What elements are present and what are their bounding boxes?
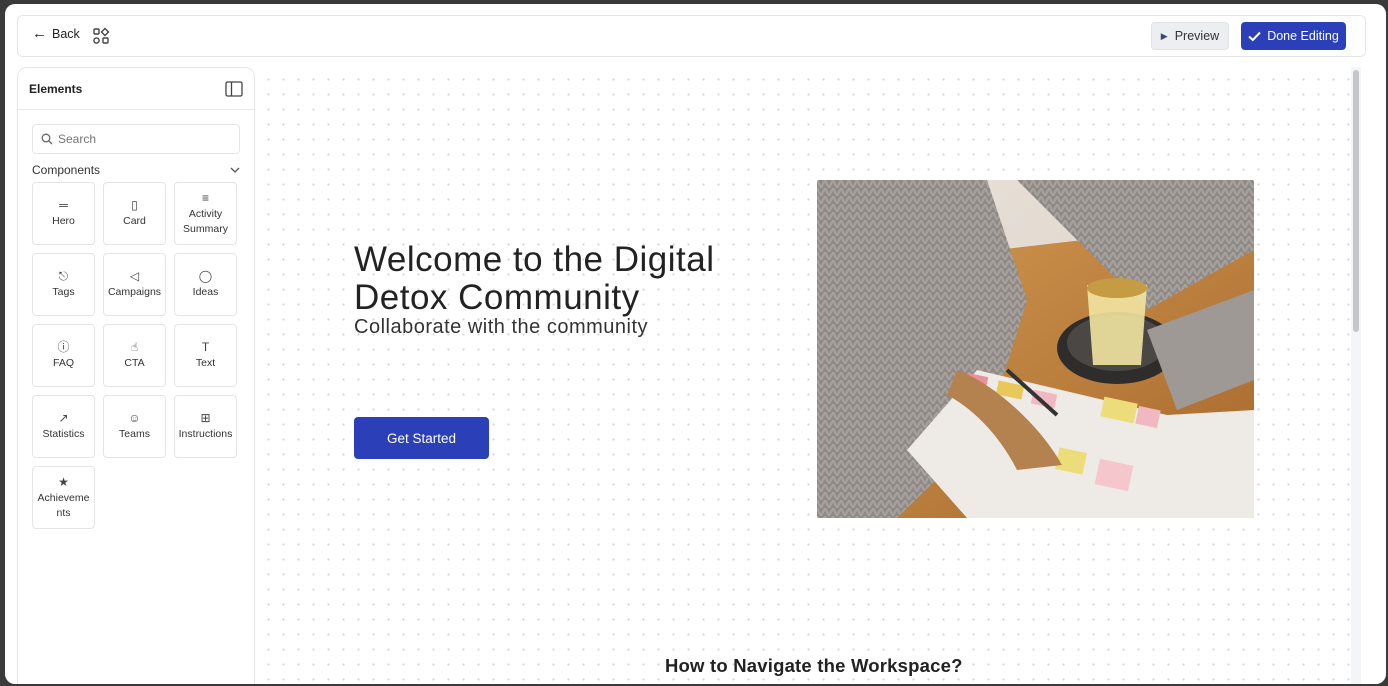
hero-icon: ═: [59, 198, 68, 212]
component-label: Teams: [119, 428, 150, 440]
components-section-title: Components: [32, 163, 101, 177]
component-cta[interactable]: ☝ CTA: [103, 324, 166, 387]
component-card[interactable]: ▯ Card: [103, 182, 166, 245]
component-hero[interactable]: ═ Hero: [32, 182, 95, 245]
elements-sidebar: Elements Components ═ Hero: [17, 67, 255, 684]
done-label: Done Editing: [1267, 29, 1339, 43]
play-icon: ▶: [1160, 30, 1168, 41]
component-campaigns[interactable]: ◁ Campaigns: [103, 253, 166, 316]
lightbulb-icon: ◯: [198, 269, 213, 283]
grid-icon: ⊞: [200, 411, 211, 425]
trend-icon: ↗: [58, 411, 69, 425]
card-icon: ▯: [131, 198, 138, 212]
megaphone-icon: ◁: [129, 269, 140, 283]
component-statistics[interactable]: ↗ Statistics: [32, 395, 95, 458]
component-text[interactable]: T Text: [174, 324, 237, 387]
layout-toggle-icon[interactable]: [92, 27, 110, 45]
chevron-down-icon: [230, 167, 240, 173]
component-label: Ideas: [192, 286, 219, 298]
back-label: Back: [52, 27, 80, 41]
users-icon: ☺: [128, 411, 141, 425]
collapse-panel-icon[interactable]: [225, 81, 243, 97]
list-icon: ≡: [201, 190, 209, 205]
editor-canvas[interactable]: Welcome to the Digital Detox Community C…: [256, 67, 1351, 684]
app-window: ← Back ▶ Preview Done Editing Elements S…: [5, 4, 1386, 684]
canvas-scrollbar[interactable]: [1351, 67, 1361, 684]
components-grid: ═ Hero ▯ Card ≡ Activity Summary ⎋ Tags …: [32, 182, 242, 529]
question-icon: ⓘ: [57, 340, 70, 354]
components-section-toggle[interactable]: Components: [32, 163, 240, 177]
component-label: Text: [195, 357, 216, 369]
back-button[interactable]: ← Back: [32, 25, 80, 42]
get-started-button[interactable]: Get Started: [354, 417, 489, 459]
component-faq[interactable]: ⓘ FAQ: [32, 324, 95, 387]
component-label: FAQ: [52, 357, 74, 369]
component-label: CTA: [124, 357, 145, 369]
hero-subtitle[interactable]: Collaborate with the community: [354, 316, 648, 339]
top-toolbar: ← Back ▶ Preview Done Editing: [17, 15, 1366, 57]
preview-label: Preview: [1174, 29, 1220, 43]
arrow-left-icon: ←: [32, 25, 47, 42]
component-label: Campaigns: [107, 286, 162, 298]
component-label: Achieveme nts: [37, 491, 90, 519]
search-field[interactable]: [32, 124, 240, 154]
component-label: Activity Summary: [183, 207, 228, 235]
component-label: Tags: [52, 286, 75, 298]
component-label: Hero: [52, 215, 75, 227]
cta-label: Get Started: [386, 430, 457, 446]
done-editing-button[interactable]: Done Editing: [1241, 22, 1346, 50]
scrollbar-thumb[interactable]: [1353, 70, 1359, 332]
search-icon: [41, 133, 53, 145]
hero-image[interactable]: [817, 180, 1254, 518]
sidebar-title: Elements: [29, 82, 83, 96]
component-label: Card: [123, 215, 146, 227]
trophy-icon: ★: [58, 474, 69, 489]
component-instructions[interactable]: ⊞ Instructions: [174, 395, 237, 458]
pointer-icon: ☝: [130, 340, 139, 354]
component-teams[interactable]: ☺ Teams: [103, 395, 166, 458]
component-label: Statistics: [42, 428, 85, 440]
preview-button[interactable]: ▶ Preview: [1151, 22, 1229, 50]
hero-title[interactable]: Welcome to the Digital Detox Community: [354, 241, 814, 317]
section-heading[interactable]: How to Navigate the Workspace?: [665, 655, 963, 677]
text-icon: T: [201, 340, 210, 354]
component-tags[interactable]: ⎋ Tags: [32, 253, 95, 316]
component-achievements[interactable]: ★ Achieveme nts: [32, 466, 95, 529]
check-icon: [1248, 31, 1261, 41]
search-input[interactable]: [58, 132, 228, 146]
component-ideas[interactable]: ◯ Ideas: [174, 253, 237, 316]
component-label: Instructions: [178, 428, 233, 440]
sidebar-header: Elements: [18, 68, 254, 110]
component-activity-summary[interactable]: ≡ Activity Summary: [174, 182, 237, 245]
tag-icon: ⎋: [58, 269, 69, 283]
